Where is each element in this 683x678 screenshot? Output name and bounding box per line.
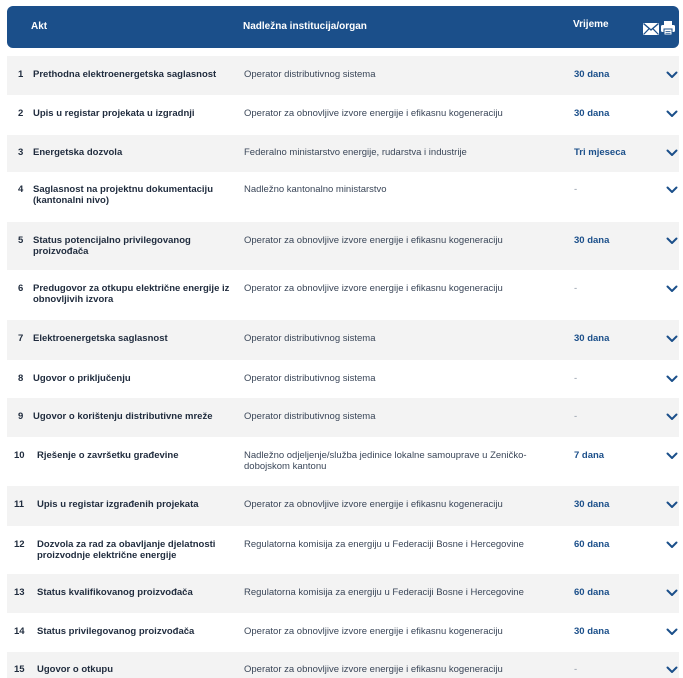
table-row[interactable]: 10 Rješenje o završetku građevine Nadležno… xyxy=(7,437,679,486)
row-institution: Nadležno kantonalno ministarstvo xyxy=(244,184,387,195)
table-row[interactable]: 13 Status kvalifikovanog proizvođača Regul… xyxy=(7,574,679,613)
row-number: 12 xyxy=(14,539,25,550)
row-time: 60 dana xyxy=(574,587,610,598)
row-act: Rješenje o završetku građevine xyxy=(37,450,179,461)
row-number: 6 xyxy=(18,283,24,294)
row-act: Prethodna elektroenergetska saglasnost xyxy=(33,69,217,80)
row-act: Upis u registar izgrađenih projekata xyxy=(37,499,199,510)
row-number: 9 xyxy=(18,411,24,422)
row-time: 30 dana xyxy=(574,499,610,510)
chevron-down-icon[interactable] xyxy=(666,149,678,157)
row-institution: Operator za obnovljive izvore energije i… xyxy=(244,664,503,675)
table-row[interactable]: 9 Ugovor o korištenju distributivne mreže… xyxy=(7,398,679,437)
row-time: - xyxy=(574,283,578,294)
print-icon[interactable] xyxy=(660,20,676,36)
row-institution: Operator za obnovljive izvore energije i… xyxy=(244,499,503,510)
table-row[interactable]: 3 Energetska dozvola Federalno ministarstv… xyxy=(7,135,679,172)
row-time: - xyxy=(574,411,578,422)
row-time: Tri mjeseca xyxy=(574,147,626,158)
row-act: Dozvola za rad za obavljanje djelatnosti… xyxy=(37,539,216,561)
table-row[interactable]: 11 Upis u registar izgrađenih projekata Op… xyxy=(7,486,679,526)
table-row[interactable]: 1 Prethodna elektroenergetska saglasnost O… xyxy=(7,56,679,95)
row-act: Saglasnost na projektnu dokumentaciju (k… xyxy=(33,184,214,206)
row-institution: Operator za obnovljive izvore energije i… xyxy=(244,108,503,119)
chevron-down-icon[interactable] xyxy=(666,666,678,674)
row-time: - xyxy=(574,664,578,675)
row-institution: Operator za obnovljive izvore energije i… xyxy=(244,283,503,294)
row-act: Elektroenergetska saglasnost xyxy=(33,333,168,344)
row-number: 10 xyxy=(14,450,25,461)
table-row[interactable]: 4 Saglasnost na projektnu dokumentaciju (… xyxy=(7,172,679,222)
chevron-down-icon[interactable] xyxy=(666,413,678,421)
row-time: 7 dana xyxy=(574,450,605,461)
table-row[interactable]: 5 Status potencijalno privilegovanog proi… xyxy=(7,222,679,270)
row-act: Upis u registar projekata u izgradnji xyxy=(33,108,195,119)
row-time: 30 dana xyxy=(574,235,610,246)
table-row[interactable]: 2 Upis u registar projekata u izgradnji Op… xyxy=(7,95,679,135)
chevron-down-icon[interactable] xyxy=(666,285,678,293)
row-number: 7 xyxy=(18,333,24,344)
row-act: Energetska dozvola xyxy=(33,147,123,158)
row-act: Predugovor za otkupu električne energije… xyxy=(33,283,230,305)
table-row[interactable]: 6 Predugovor za otkupu električne energij… xyxy=(7,270,679,320)
chevron-down-icon[interactable] xyxy=(666,186,678,194)
row-institution: Operator za obnovljive izvore energije i… xyxy=(244,235,503,246)
mail-icon[interactable] xyxy=(643,23,659,35)
row-act: Ugovor o priključenju xyxy=(33,373,131,384)
chevron-down-icon[interactable] xyxy=(666,501,678,509)
row-number: 14 xyxy=(14,626,25,637)
row-number: 15 xyxy=(14,664,25,675)
table-row[interactable]: 12 Dozvola za rad za obavljanje djelatnos… xyxy=(7,526,679,574)
row-time: - xyxy=(574,373,578,384)
row-institution: Operator distributivnog sistema xyxy=(244,373,376,384)
chevron-down-icon[interactable] xyxy=(666,375,678,383)
row-act: Ugovor o otkupu xyxy=(37,664,113,675)
row-number: 4 xyxy=(18,184,24,195)
row-time: 30 dana xyxy=(574,69,610,80)
column-header-institution: Nadležna institucija/organ xyxy=(243,21,367,32)
column-header-act: Akt xyxy=(31,21,48,32)
chevron-down-icon[interactable] xyxy=(666,589,678,597)
row-institution: Federalno ministarstvo energije, rudarst… xyxy=(244,147,467,158)
row-time: 30 dana xyxy=(574,108,610,119)
row-act: Status privilegovanog proizvođača xyxy=(37,626,195,637)
row-act: Status kvalifikovanog proizvođača xyxy=(37,587,193,598)
chevron-down-icon[interactable] xyxy=(666,237,678,245)
row-number: 3 xyxy=(18,147,24,158)
row-time: 60 dana xyxy=(574,539,610,550)
table-row[interactable]: 8 Ugovor o priključenju Operator distribut… xyxy=(7,360,679,398)
row-time: 30 dana xyxy=(574,626,610,637)
chevron-down-icon[interactable] xyxy=(666,71,678,79)
row-institution: Regulatorna komisija za energiju u Feder… xyxy=(244,539,524,550)
row-act: Ugovor o korištenju distributivne mreže xyxy=(33,411,213,422)
row-number: 13 xyxy=(14,587,25,598)
table-row[interactable]: 7 Elektroenergetska saglasnost Operator di… xyxy=(7,320,679,360)
row-number: 2 xyxy=(18,108,24,119)
row-number: 11 xyxy=(14,499,25,510)
row-institution: Operator distributivnog sistema xyxy=(244,411,376,422)
table-row[interactable]: 15 Ugovor o otkupu Operator za obnovljive … xyxy=(7,652,679,678)
row-institution: Operator za obnovljive izvore energije i… xyxy=(244,626,503,637)
row-act: Status potencijalno privilegovanog proiz… xyxy=(33,235,191,257)
row-institution: Nadležno odjeljenje/služba jedinice loka… xyxy=(244,450,527,472)
row-institution: Regulatorna komisija za energiju u Feder… xyxy=(244,587,524,598)
table-header: Akt Nadležna institucija/organ Vrijeme xyxy=(7,6,679,48)
table-row[interactable]: 14 Status privilegovanog proizvođača Opera… xyxy=(7,613,679,652)
row-number: 5 xyxy=(18,235,24,246)
row-institution: Operator distributivnog sistema xyxy=(244,333,376,344)
row-time: - xyxy=(574,184,578,195)
row-number: 1 xyxy=(18,69,24,80)
row-institution: Operator distributivnog sistema xyxy=(244,69,376,80)
row-time: 30 dana xyxy=(574,333,610,344)
chevron-down-icon[interactable] xyxy=(666,628,678,636)
chevron-down-icon[interactable] xyxy=(666,541,678,549)
chevron-down-icon[interactable] xyxy=(666,335,678,343)
column-header-time: Vrijeme xyxy=(573,19,609,30)
chevron-down-icon[interactable] xyxy=(666,452,678,460)
row-number: 8 xyxy=(18,373,24,384)
chevron-down-icon[interactable] xyxy=(666,110,678,118)
